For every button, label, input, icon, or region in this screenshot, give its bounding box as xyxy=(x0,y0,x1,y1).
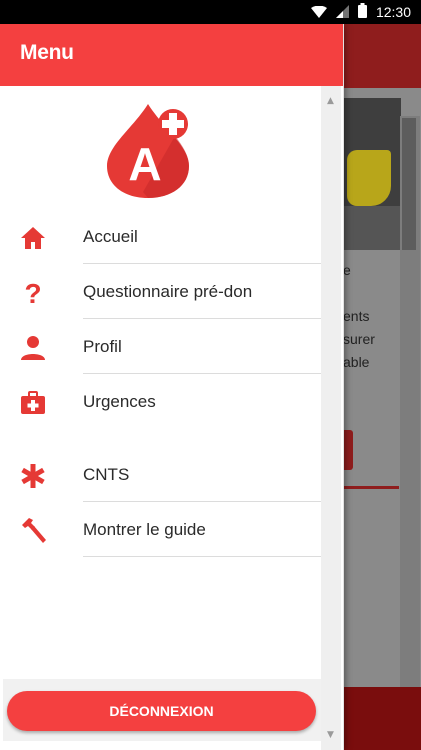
signal-icon xyxy=(335,3,349,22)
menu-item-label: Profil xyxy=(83,337,122,356)
status-icons: 12:30 xyxy=(310,0,411,24)
svg-text:?: ? xyxy=(24,280,41,306)
app-logo: A xyxy=(103,100,193,200)
menu-item-label: Questionnaire pré-don xyxy=(83,282,253,301)
background-bottom-bar xyxy=(343,687,421,750)
menu-item-label: CNTS xyxy=(83,465,130,484)
person-icon xyxy=(19,334,47,362)
logout-button[interactable]: DÉCONNEXION xyxy=(7,691,316,731)
background-image xyxy=(343,98,401,250)
scroll-down-arrow-icon[interactable]: ▼ xyxy=(327,730,334,740)
drawer-title: Menu xyxy=(20,41,74,64)
background-text-1: e xyxy=(343,262,351,278)
logo-letter: A xyxy=(128,138,161,190)
menu-item-montrer-le-guide[interactable]: Montrer le guide xyxy=(3,503,321,557)
menu-item-questionnaire[interactable]: ? Questionnaire pré-don xyxy=(3,265,321,319)
menu-item-profil[interactable]: Profil xyxy=(3,320,321,374)
divider xyxy=(83,501,321,502)
status-bar: 12:30 xyxy=(0,0,421,24)
home-icon xyxy=(19,224,47,252)
menu-item-cnts[interactable]: CNTS xyxy=(3,448,321,502)
divider xyxy=(83,318,321,319)
background-text-3: surer xyxy=(343,331,375,347)
divider xyxy=(83,373,321,374)
navigation-drawer: Menu ▲ ▼ A Accueil ? Questionnaire pré-d… xyxy=(0,24,344,750)
menu-item-label: Accueil xyxy=(83,227,138,246)
asterisk-icon xyxy=(19,462,47,490)
hammer-icon xyxy=(19,517,47,545)
background-text-2: ents xyxy=(343,308,370,324)
first-aid-kit-icon xyxy=(19,389,47,417)
drawer-scrollbar[interactable] xyxy=(321,86,341,750)
status-time: 12:30 xyxy=(375,4,411,20)
logout-area: DÉCONNEXION xyxy=(3,679,321,741)
question-mark-icon: ? xyxy=(19,279,47,307)
menu-item-accueil[interactable]: Accueil xyxy=(3,210,321,264)
scroll-up-arrow-icon[interactable]: ▲ xyxy=(327,96,334,106)
background-text-4: able xyxy=(343,354,370,370)
background-button xyxy=(343,430,353,470)
battery-icon xyxy=(357,2,367,22)
menu-item-label: Urgences xyxy=(83,392,156,411)
menu-item-label: Montrer le guide xyxy=(83,520,206,539)
divider xyxy=(83,263,321,264)
drawer-header: Menu xyxy=(0,24,343,86)
divider xyxy=(83,556,321,557)
background-divider xyxy=(343,486,399,515)
wifi-icon xyxy=(310,3,327,22)
background-scroll-thumb xyxy=(402,118,416,250)
menu-item-urgences[interactable]: Urgences xyxy=(3,375,321,429)
